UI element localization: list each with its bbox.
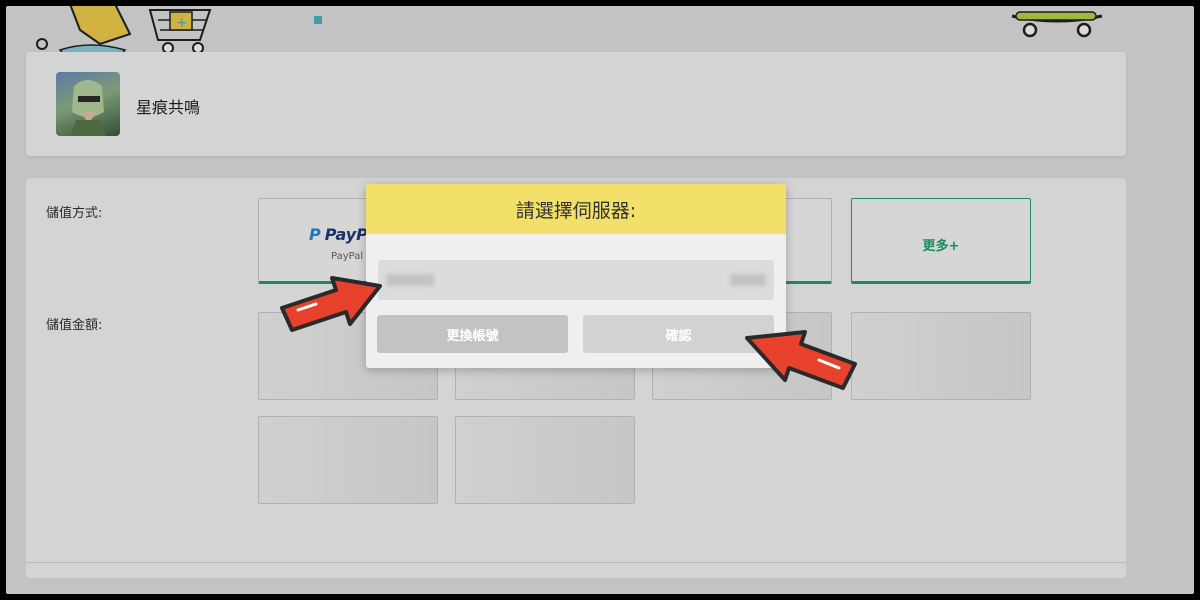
server-info-redacted <box>730 274 766 286</box>
switch-account-button[interactable]: 更換帳號 <box>377 315 568 353</box>
annotation-arrow-icon <box>280 276 382 332</box>
dialog-header: 請選擇伺服器: <box>366 184 786 234</box>
server-select-field[interactable] <box>378 260 774 300</box>
dialog-title: 請選擇伺服器: <box>515 199 637 222</box>
server-name-redacted <box>386 274 434 286</box>
server-select-dialog: 請選擇伺服器: 更換帳號 確認 <box>366 184 786 368</box>
annotation-arrow-icon <box>745 330 857 390</box>
page-frame: + 星痕共鳴 儲值方式: 儲值金額: P PayPal PayPal 更多+ 請… <box>6 6 1194 594</box>
